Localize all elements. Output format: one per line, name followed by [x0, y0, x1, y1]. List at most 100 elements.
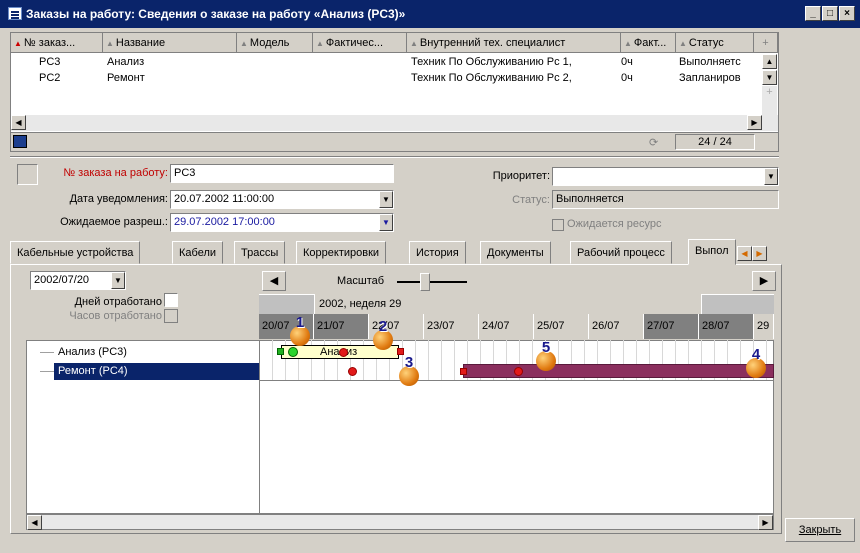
expected-date-select[interactable]: 29.07.2002 17:00:00 ▼ [170, 213, 394, 232]
cell-name[interactable]: Анализ [107, 54, 144, 70]
order-icon-box [17, 164, 38, 185]
date-cell: 25/07 [534, 314, 589, 339]
red-dot-icon [348, 367, 357, 376]
tab-scroll-right-icon[interactable]: ▶ [752, 246, 767, 261]
tab-routes[interactable]: Трассы [234, 241, 286, 264]
priority-select[interactable]: ▼ [552, 167, 779, 186]
scroll-down-icon[interactable]: ▼ [762, 70, 777, 85]
tree-line [40, 352, 54, 353]
start-handle-icon[interactable] [277, 348, 284, 355]
scale-slider-thumb[interactable] [420, 273, 430, 291]
priority-label: Приоритет: [492, 170, 550, 182]
work-orders-grid[interactable]: ▲ № заказ... ▲ Название ▲ Модель ▲ Фактичес.… [10, 32, 779, 152]
tab-adjustments[interactable]: Корректировки [296, 241, 387, 264]
col-header-number[interactable]: ▲ № заказ... [11, 33, 103, 53]
tab-cables[interactable]: Кабели [172, 241, 224, 264]
gantt-prev-button[interactable]: ◀ [262, 271, 286, 291]
cell-technician[interactable]: Техник По Обслуживанию Pc 1, [411, 54, 572, 70]
chevron-down-icon[interactable]: ▼ [379, 191, 393, 208]
red-dot-icon [339, 348, 348, 357]
task-analysis-label[interactable]: Анализ (PC3) [58, 346, 127, 358]
callout-badge-1: 1 [290, 314, 310, 346]
scroll-right-icon[interactable]: ▶ [758, 515, 773, 530]
expected-date-label: Ожидаемое разреш.: [60, 216, 168, 228]
callout-badge-5: 5 [536, 339, 556, 371]
gantt-row-line [260, 380, 774, 381]
calculator-icon[interactable] [13, 135, 27, 148]
resource-checkbox[interactable] [552, 219, 564, 231]
callout-badge-2: 2 [373, 318, 393, 350]
gantt-hscroll[interactable] [26, 514, 774, 530]
refresh-icon[interactable]: ⟳ [649, 136, 658, 149]
tab-execution[interactable]: Выпол [688, 239, 736, 265]
scroll-left-icon[interactable]: ◀ [27, 515, 42, 530]
col-header-status[interactable]: ▲ Статус [676, 33, 754, 53]
scale-label: Масштаб [337, 275, 385, 287]
tab-documents[interactable]: Документы [480, 241, 551, 264]
col-header-label: Модель [249, 37, 290, 49]
col-header-label: Внутренний тех. специалист [419, 37, 566, 49]
chevron-down-icon[interactable]: ▼ [764, 168, 778, 185]
grid-hscroll[interactable] [11, 115, 778, 131]
cell-status[interactable]: Запланиров [679, 70, 754, 86]
cell-status[interactable]: Выполняетс [679, 54, 754, 70]
cell-fact[interactable]: 0ч [621, 54, 633, 70]
cell-name[interactable]: Ремонт [107, 70, 145, 86]
repair-bar[interactable] [463, 364, 774, 378]
col-header-technician[interactable]: ▲ Внутренний тех. специалист [407, 33, 621, 53]
cell-number[interactable]: PC2 [39, 70, 60, 86]
col-header-model[interactable]: ▲ Модель [237, 33, 313, 53]
tab-workflow[interactable]: Рабочий процесс [570, 241, 672, 264]
red-dot-icon [514, 367, 523, 376]
callout-number: 1 [295, 314, 305, 331]
col-header-name[interactable]: ▲ Название [103, 33, 237, 53]
scroll-left-icon[interactable]: ◀ [11, 115, 26, 130]
maximize-button[interactable]: □ [822, 6, 838, 21]
title-bar: Заказы на работу: Сведения о заказе на р… [0, 0, 860, 28]
tab-cable-devices[interactable]: Кабельные устройства [10, 241, 141, 264]
col-header-actual[interactable]: ▲ Фактичес... [313, 33, 407, 53]
callout-number: 3 [404, 354, 414, 371]
gantt-next-button[interactable]: ▶ [752, 271, 776, 291]
chevron-down-icon[interactable]: ▼ [379, 214, 393, 231]
notify-date-select[interactable]: 20.07.2002 11:00:00 ▼ [170, 190, 394, 209]
notify-date-value: 20.07.2002 11:00:00 [174, 193, 275, 205]
cell-number[interactable]: PC3 [39, 54, 60, 70]
tab-history[interactable]: История [409, 241, 466, 264]
start-handle-icon[interactable] [460, 368, 467, 375]
close-button[interactable]: Закрыть [785, 518, 855, 542]
grid-footer [11, 132, 778, 151]
add-column-icon[interactable]: + [754, 33, 778, 53]
days-worked-checkbox[interactable] [164, 293, 178, 307]
callout-badge-3: 3 [399, 354, 419, 386]
grid-vscroll-track[interactable]: + [762, 86, 777, 116]
hours-worked-checkbox[interactable] [164, 309, 178, 323]
col-header-label: Факт... [633, 37, 667, 49]
status-label: Статус: [512, 194, 550, 206]
scale-slider-track[interactable] [397, 281, 467, 283]
minimize-button[interactable]: _ [805, 6, 821, 21]
callout-number: 5 [541, 339, 551, 356]
days-worked-label: Дней отработано [74, 296, 162, 308]
col-header-fact[interactable]: ▲ Факт... [621, 33, 676, 53]
close-window-button[interactable]: × [839, 6, 855, 21]
cell-fact[interactable]: 0ч [621, 70, 633, 86]
app-icon [8, 7, 22, 20]
order-number-input[interactable]: PC3 [170, 164, 394, 183]
scroll-right-icon[interactable]: ▶ [747, 115, 762, 130]
date-cell: 24/07 [479, 314, 534, 339]
callout-number: 4 [751, 346, 761, 363]
separator [10, 156, 779, 158]
scroll-up-icon[interactable]: ▲ [762, 54, 777, 69]
cell-technician[interactable]: Техник По Обслуживанию Pc 2, [411, 70, 572, 86]
order-number-label: № заказа на работу: [63, 167, 168, 179]
date-cell: 21/07 [314, 314, 369, 339]
chevron-down-icon[interactable]: ▼ [111, 272, 125, 289]
date-cell: 28/07 [699, 314, 754, 339]
resource-label: Ожидается ресурс [567, 218, 662, 230]
gantt-date-select[interactable]: 2002/07/20 ▼ [30, 271, 126, 290]
tab-scroll-left-icon[interactable]: ◀ [737, 246, 752, 261]
green-dot-icon [288, 347, 298, 357]
callout-badge-4: 4 [746, 346, 766, 378]
task-repair-label[interactable]: Ремонт (PC4) [58, 365, 128, 377]
